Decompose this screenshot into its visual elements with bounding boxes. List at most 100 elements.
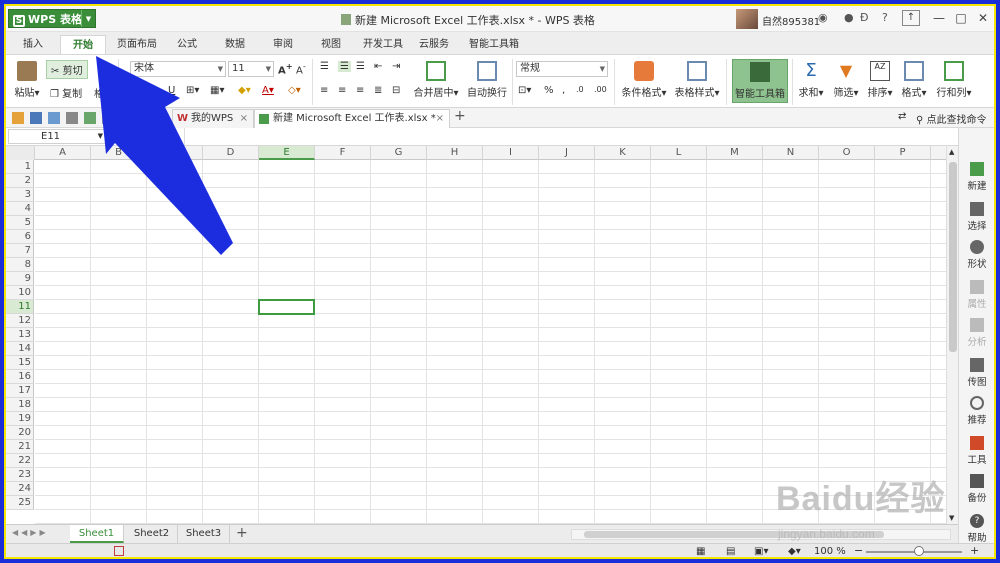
- function-icon[interactable]: fx: [156, 130, 165, 141]
- font-color-icon[interactable]: A▾: [262, 85, 274, 96]
- minimize-button[interactable]: —: [928, 8, 950, 28]
- save-icon[interactable]: [30, 112, 42, 124]
- currency-icon[interactable]: ⊡▾: [518, 85, 531, 96]
- wps-menu-button[interactable]: S WPS 表格 ▼: [8, 9, 96, 28]
- export-icon[interactable]: [48, 112, 60, 124]
- column-header[interactable]: L: [651, 146, 707, 160]
- tab-page-layout[interactable]: 页面布局: [110, 35, 164, 54]
- column-header[interactable]: B: [91, 146, 147, 160]
- vertical-scrollbar[interactable]: ▲ ▼: [946, 146, 958, 524]
- row-header[interactable]: 15: [6, 356, 34, 370]
- tab-data[interactable]: 数据: [216, 35, 254, 54]
- row-header[interactable]: 5: [6, 216, 34, 230]
- font-name-select[interactable]: 宋体 ▼: [130, 61, 226, 77]
- row-header[interactable]: 8: [6, 258, 34, 272]
- row-col-button[interactable]: 行和列▾: [934, 59, 974, 99]
- row-header[interactable]: 4: [6, 202, 34, 216]
- column-header[interactable]: P: [875, 146, 931, 160]
- indent-decrease-icon[interactable]: ⇤: [374, 61, 382, 72]
- row-header[interactable]: 7: [6, 244, 34, 258]
- cut-button[interactable]: ✂ 剪切: [46, 60, 88, 79]
- select-all-corner[interactable]: [6, 146, 35, 160]
- close-icon[interactable]: ×: [240, 110, 248, 128]
- sort-button[interactable]: AZ 排序▾: [864, 59, 896, 99]
- row-header[interactable]: 13: [6, 328, 34, 342]
- page-layout-view-icon[interactable]: ▤: [726, 546, 735, 557]
- number-format-select[interactable]: 常规 ▼: [516, 61, 608, 77]
- selected-cell[interactable]: [258, 299, 315, 315]
- align-bottom-icon[interactable]: ☰: [356, 61, 365, 72]
- normal-view-icon[interactable]: ▦: [696, 546, 705, 557]
- sheet-tab-2[interactable]: Sheet2: [126, 525, 178, 543]
- side-select[interactable]: 选择: [959, 202, 994, 232]
- filter-button[interactable]: ▼ 筛选▾: [830, 59, 862, 99]
- tab-smart-toolbox[interactable]: 智能工具箱: [462, 35, 526, 54]
- row-header[interactable]: 24: [6, 482, 34, 496]
- align-left-icon[interactable]: ≡: [320, 85, 328, 96]
- indent-increase-icon[interactable]: ⇥: [392, 61, 400, 72]
- tab-insert[interactable]: 插入: [14, 35, 52, 54]
- zoom-in-icon[interactable]: +: [970, 544, 979, 557]
- row-header[interactable]: 23: [6, 468, 34, 482]
- row-header[interactable]: 18: [6, 398, 34, 412]
- wrap-text-button[interactable]: 自动换行: [464, 59, 510, 99]
- column-header[interactable]: F: [315, 146, 371, 160]
- side-analysis[interactable]: 分析: [959, 318, 994, 348]
- row-header[interactable]: 16: [6, 370, 34, 384]
- row-header[interactable]: 25: [6, 496, 34, 510]
- increase-font-icon[interactable]: A+: [278, 61, 293, 76]
- restore-ribbon-icon[interactable]: ↑: [902, 10, 920, 26]
- row-header[interactable]: 6: [6, 230, 34, 244]
- row-header[interactable]: 14: [6, 342, 34, 356]
- cell-area[interactable]: [35, 160, 946, 524]
- redo-icon[interactable]: [120, 112, 132, 124]
- decrease-font-icon[interactable]: A-: [296, 61, 306, 76]
- smart-toolbox-button[interactable]: 智能工具箱: [732, 59, 788, 103]
- font-size-select[interactable]: 11 ▼: [228, 61, 274, 77]
- tab-formulas[interactable]: 公式: [168, 35, 206, 54]
- chevron-down-icon[interactable]: ▼: [81, 10, 95, 27]
- undo-icon[interactable]: [102, 112, 114, 124]
- row-header[interactable]: 1: [6, 160, 34, 174]
- scroll-thumb[interactable]: [949, 162, 957, 352]
- side-new[interactable]: 新建: [959, 162, 994, 192]
- row-header[interactable]: 3: [6, 188, 34, 202]
- merge-center-button[interactable]: 合并居中▾: [408, 59, 464, 99]
- share-icon[interactable]: Ɖ: [860, 11, 869, 24]
- distribute-icon[interactable]: ⊟: [392, 85, 400, 96]
- side-recommend[interactable]: 推荐: [959, 396, 994, 426]
- column-header[interactable]: I: [483, 146, 539, 160]
- paste-button[interactable]: 粘贴▾: [10, 59, 44, 99]
- row-header[interactable]: 10: [6, 286, 34, 300]
- row-header[interactable]: 2: [6, 174, 34, 188]
- column-header[interactable]: G: [371, 146, 427, 160]
- format-button[interactable]: 格式▾: [898, 59, 930, 99]
- column-header[interactable]: E: [259, 146, 315, 160]
- command-icon[interactable]: ⇄: [898, 111, 906, 122]
- skin-icon[interactable]: ◉: [818, 11, 828, 24]
- close-button[interactable]: ✕: [972, 8, 994, 28]
- zoom-formula-icon[interactable]: ⚲: [136, 130, 143, 141]
- column-header[interactable]: J: [539, 146, 595, 160]
- border-icon[interactable]: ⊞▾: [186, 85, 199, 96]
- command-search[interactable]: ⚲ 点此查找命令: [916, 111, 987, 126]
- add-sheet-icon[interactable]: +: [236, 525, 248, 541]
- row-header[interactable]: 22: [6, 454, 34, 468]
- maximize-button[interactable]: □: [950, 8, 972, 28]
- underline-button[interactable]: U: [168, 85, 175, 96]
- increase-decimal-icon[interactable]: .0: [576, 85, 584, 94]
- conditional-format-button[interactable]: 条件格式▾: [616, 59, 672, 99]
- clear-format-icon[interactable]: ◇▾: [288, 85, 301, 96]
- table-style-button[interactable]: 表格样式▾: [670, 59, 724, 99]
- row-header[interactable]: 12: [6, 314, 34, 328]
- column-header[interactable]: O: [819, 146, 875, 160]
- sheet-tab-3[interactable]: Sheet3: [178, 525, 230, 543]
- copy-button[interactable]: ❐ 复制: [50, 85, 82, 100]
- row-header[interactable]: 17: [6, 384, 34, 398]
- add-tab-icon[interactable]: +: [454, 108, 466, 124]
- name-box[interactable]: E11 ▼: [8, 129, 106, 144]
- tab-document[interactable]: 新建 Microsoft Excel 工作表.xlsx * ×: [254, 109, 450, 128]
- open-icon[interactable]: [12, 112, 24, 124]
- scroll-up-icon[interactable]: ▲: [949, 148, 954, 156]
- align-top-icon[interactable]: ☰: [320, 61, 329, 72]
